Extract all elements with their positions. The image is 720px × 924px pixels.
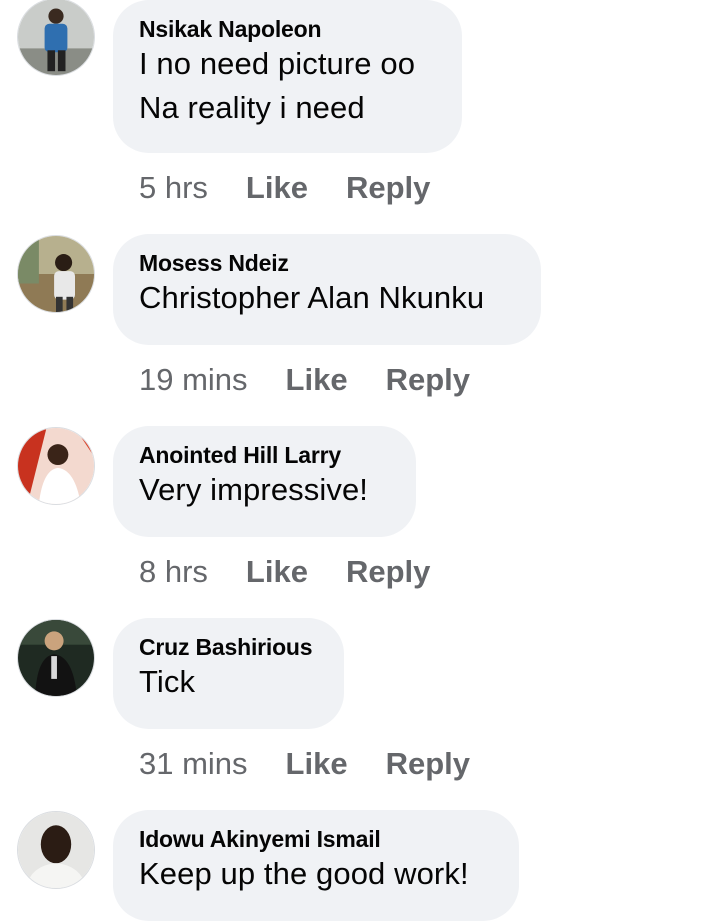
comment-author[interactable]: Cruz Bashirious	[139, 634, 318, 660]
reply-button[interactable]: Reply	[386, 362, 470, 398]
comment-timestamp[interactable]: 31 mins	[139, 746, 248, 782]
comment-timestamp[interactable]: 8 hrs	[139, 554, 208, 590]
comment-text: Na reality i need	[139, 90, 365, 125]
comment-text: Christopher Alan Nkunku	[139, 280, 485, 315]
avatar[interactable]	[17, 235, 95, 313]
like-button[interactable]: Like	[246, 170, 308, 206]
like-button[interactable]: Like	[246, 554, 308, 590]
reply-button[interactable]: Reply	[346, 170, 430, 206]
reply-button[interactable]: Reply	[386, 746, 470, 782]
profile-photo	[18, 428, 94, 504]
avatar[interactable]	[17, 811, 95, 889]
profile-photo	[18, 620, 94, 696]
comment-bubble: Cruz Bashirious Tick	[113, 618, 344, 729]
avatar[interactable]	[17, 0, 95, 76]
reply-button[interactable]: Reply	[346, 554, 430, 590]
comment-author[interactable]: Anointed Hill Larry	[139, 442, 390, 468]
profile-photo	[18, 0, 94, 75]
comment-text: Very impressive!	[139, 472, 368, 507]
comment-timestamp[interactable]: 5 hrs	[139, 170, 208, 206]
like-button[interactable]: Like	[286, 746, 348, 782]
avatar[interactable]	[17, 427, 95, 505]
like-button[interactable]: Like	[286, 362, 348, 398]
comment-actions: 8 hrs Like Reply	[139, 554, 430, 590]
profile-photo	[18, 236, 94, 312]
comment-author[interactable]: Mosess Ndeiz	[139, 250, 515, 276]
comment-bubble: Nsikak Napoleon I no need picture oo Na …	[113, 0, 462, 153]
comment-actions: 5 hrs Like Reply	[139, 170, 430, 206]
comment-text: Keep up the good work!	[139, 856, 469, 891]
comment-timestamp[interactable]: 19 mins	[139, 362, 248, 398]
comment-actions: 31 mins Like Reply	[139, 746, 470, 782]
comment-author[interactable]: Idowu Akinyemi Ismail	[139, 826, 493, 852]
comment-bubble: Mosess Ndeiz Christopher Alan Nkunku	[113, 234, 541, 345]
comment-text: Tick	[139, 664, 196, 699]
comment-actions: 19 mins Like Reply	[139, 362, 470, 398]
avatar[interactable]	[17, 619, 95, 697]
comment-bubble: Idowu Akinyemi Ismail Keep up the good w…	[113, 810, 519, 921]
profile-photo	[18, 812, 94, 888]
comment-text: I no need picture oo	[139, 46, 416, 81]
comment-bubble: Anointed Hill Larry Very impressive!	[113, 426, 416, 537]
comment-author[interactable]: Nsikak Napoleon	[139, 16, 436, 42]
